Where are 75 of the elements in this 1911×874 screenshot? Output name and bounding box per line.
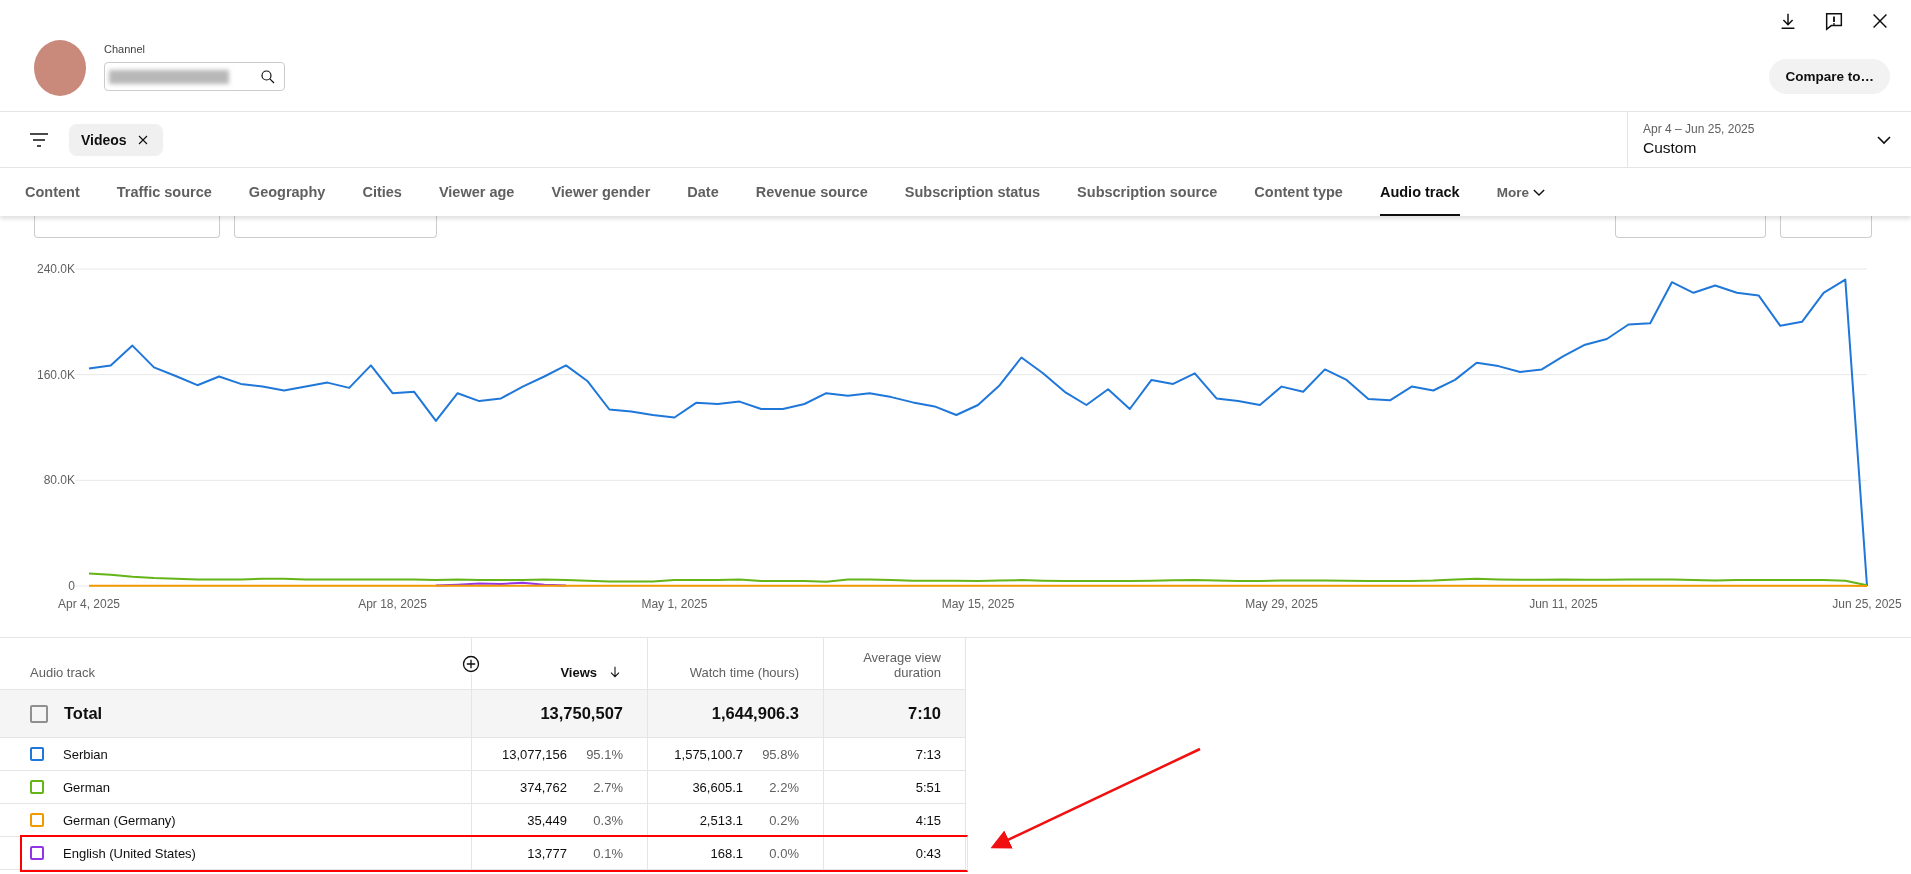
y-axis-label: 80.0K: [43, 473, 75, 488]
chevron-down-icon: [1532, 188, 1545, 196]
more-tab[interactable]: More: [1496, 168, 1545, 216]
tab[interactable]: Subscription status: [904, 168, 1041, 216]
date-preset-text: Custom: [1643, 139, 1698, 157]
duration-value: 4:15: [915, 812, 941, 828]
views-percent: 2.7%: [592, 779, 623, 795]
track-name: Serbian: [63, 746, 108, 762]
total-value: 1,644,906.3: [711, 704, 799, 723]
watch-time-value: 36,605.1: [692, 779, 743, 795]
views-percent: 0.3%: [592, 812, 623, 828]
duration-value: 7:13: [915, 746, 941, 762]
feedback-icon[interactable]: [1823, 10, 1845, 32]
tab[interactable]: Viewer gender: [551, 168, 651, 216]
column-header[interactable]: Average view duration: [851, 650, 941, 680]
search-icon: [259, 68, 277, 86]
chevron-down-icon: [1877, 135, 1891, 144]
series-checkbox[interactable]: [30, 813, 44, 827]
watch-time-percent: 0.2%: [768, 812, 799, 828]
filter-chip[interactable]: Videos: [69, 123, 163, 156]
date-range-text: Apr 4 – Jun 25, 2025: [1643, 122, 1755, 136]
channel-label: Channel: [104, 43, 145, 55]
total-value: 13,750,507: [540, 704, 623, 723]
views-value: 13,777: [527, 845, 567, 861]
total-label: Total: [64, 704, 103, 723]
column-header[interactable]: Views: [560, 665, 597, 680]
views-percent: 0.1%: [592, 845, 623, 861]
watch-time-value: 2,513.1: [699, 812, 743, 828]
tab[interactable]: Audio track: [1379, 168, 1460, 216]
duration-value: 0:43: [915, 845, 941, 861]
series-checkbox[interactable]: [30, 780, 44, 794]
tab[interactable]: Content type: [1254, 168, 1343, 216]
duration-value: 5:51: [915, 779, 941, 795]
tab[interactable]: Cities: [362, 168, 402, 216]
track-name: German (Germany): [63, 812, 176, 828]
tab[interactable]: Subscription source: [1077, 168, 1218, 216]
checkbox[interactable]: [30, 704, 48, 723]
track-name: English (United States): [63, 845, 196, 861]
x-axis-label: May 15, 2025: [941, 597, 1015, 611]
y-axis-label: 0: [68, 579, 75, 593]
series-checkbox[interactable]: [30, 747, 44, 761]
tab[interactable]: Viewer age: [438, 168, 515, 216]
channel-search-field[interactable]: [104, 62, 285, 91]
track-name: German: [63, 779, 110, 795]
x-axis-label: Jun 25, 2025: [1832, 597, 1902, 611]
tab[interactable]: Date: [687, 168, 719, 216]
x-axis-label: Apr 4, 2025: [58, 597, 120, 611]
tab[interactable]: Geography: [248, 168, 326, 216]
series-checkbox[interactable]: [30, 846, 44, 860]
total-value: 7:10: [907, 704, 941, 723]
tab[interactable]: Traffic source: [116, 168, 212, 216]
add-column-icon[interactable]: [461, 654, 481, 674]
views-percent: 95.1%: [585, 746, 623, 762]
watch-time-percent: 95.8%: [761, 746, 799, 762]
column-header: Audio track: [30, 665, 96, 680]
date-range-dropdown[interactable]: Apr 4 – Jun 25, 2025 Custom: [1627, 112, 1911, 167]
tab[interactable]: Revenue source: [755, 168, 868, 216]
y-axis-label: 240.0K: [36, 262, 75, 276]
compare-button[interactable]: Compare to…: [1769, 59, 1890, 94]
watch-time-value: 168.1: [710, 845, 743, 861]
views-value: 35,449: [527, 812, 567, 828]
column-header[interactable]: Watch time (hours): [689, 665, 799, 680]
watch-time-percent: 2.2%: [768, 779, 799, 795]
chip-label: Videos: [81, 131, 127, 148]
views-value: 13,077,156: [501, 746, 567, 762]
tab[interactable]: Content: [25, 168, 80, 216]
y-axis-label: 160.0K: [36, 367, 75, 382]
avatar: [34, 40, 86, 96]
watch-time-percent: 0.0%: [768, 845, 799, 861]
x-axis-label: Jun 11, 2025: [1529, 597, 1598, 611]
x-axis-label: May 1, 2025: [641, 597, 708, 611]
views-value: 374,762: [520, 779, 567, 795]
x-axis-label: Apr 18, 2025: [358, 597, 427, 611]
watch-time-value: 1,575,100.7: [674, 746, 743, 762]
x-axis-label: May 29, 2025: [1245, 597, 1318, 611]
